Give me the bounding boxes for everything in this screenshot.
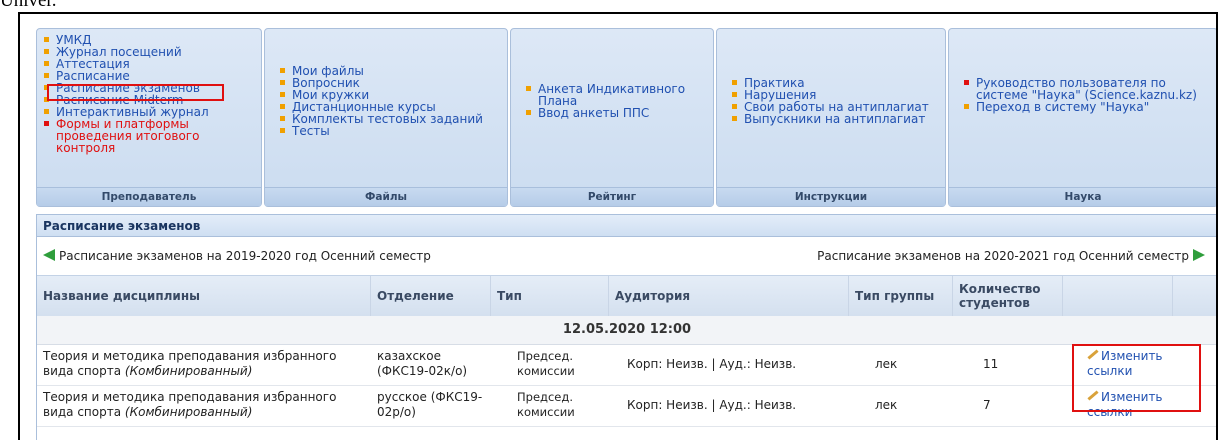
arrow-left-icon — [43, 249, 55, 261]
table-row: Теория и методика преподавания избранног… — [37, 386, 1216, 427]
discipline-mode: (Комбинированный) — [124, 405, 253, 419]
discipline-cell: Теория и методика преподавания избранног… — [43, 349, 365, 379]
col-group-type: Тип группы — [849, 276, 953, 316]
files-links: Мои файлы Вопросник Мои кружки Дистанцио… — [279, 65, 503, 137]
next-semester-label: Расписание экзаменов на 2020-2021 год Ос… — [817, 249, 1189, 263]
panel-teacher: УМКД Журнал посещений Аттестация Расписа… — [36, 28, 262, 207]
semester-navigation: Расписание экзаменов на 2019-2020 год Ос… — [37, 247, 1216, 267]
panel-rating-footer: Рейтинг — [511, 187, 713, 206]
col-actions — [1063, 276, 1173, 316]
page-top-fragment: Univer. — [0, 0, 57, 11]
col-room: Аудитория — [609, 276, 849, 316]
panel-science-footer: Наука — [949, 187, 1216, 206]
department-cell: русское (ФКС19-02р/о) — [377, 390, 483, 419]
prev-semester-label: Расписание экзаменов на 2019-2020 год Ос… — [59, 249, 431, 263]
department-cell: казахское (ФКС19-02к/о) — [377, 349, 468, 378]
col-discipline: Название дисциплины — [37, 276, 371, 316]
exam-schedule-section: Расписание экзаменов Расписание экзамено… — [36, 214, 1216, 440]
table-header: Название дисциплины Отделение Тип Аудито… — [37, 275, 1216, 317]
panel-files-footer: Файлы — [265, 187, 507, 206]
panel-rating: Анкета Индикативного Плана Ввод анкеты П… — [510, 28, 714, 207]
students-cell: 11 — [983, 357, 999, 371]
prev-semester-link[interactable]: Расписание экзаменов на 2019-2020 год Ос… — [43, 249, 431, 263]
col-students: Количество студентов — [953, 276, 1063, 316]
rating-links: Анкета Индикативного Плана Ввод анкеты П… — [525, 83, 705, 119]
link-pps-survey[interactable]: Ввод анкеты ППС — [525, 107, 705, 119]
arrow-right-icon — [1193, 249, 1205, 261]
type-cell: Председ. комиссии — [517, 349, 575, 378]
type-cell: Председ. комиссии — [517, 390, 575, 419]
next-semester-link[interactable]: Расписание экзаменов на 2020-2021 год Ос… — [817, 249, 1205, 263]
discipline-cell: Теория и методика преподавания избранног… — [43, 390, 365, 420]
exam-schedule-highlight — [47, 84, 224, 101]
room-cell: Корп: Неизв. | Ауд.: Неизв. — [627, 357, 797, 371]
link-graduates-antiplagiat[interactable]: Выпускники на антиплагиат — [731, 113, 943, 125]
group-type-cell: лек — [875, 357, 898, 371]
instructions-links: Практика Нарушения Свои работы на антипл… — [731, 77, 943, 125]
link-go-science[interactable]: Переход в систему "Наука" — [963, 101, 1209, 113]
students-cell: 7 — [983, 398, 991, 412]
exam-schedule-title: Расписание экзаменов — [37, 215, 1216, 237]
date-group-row: 12.05.2020 12:00 — [37, 316, 1216, 345]
edit-links-highlight — [1072, 344, 1201, 412]
link-indicative-plan[interactable]: Анкета Индикативного Плана — [525, 83, 705, 107]
menu-panels: УМКД Журнал посещений Аттестация Расписа… — [36, 28, 1216, 208]
link-final-control-forms[interactable]: Формы и платформы проведения итогового к… — [43, 118, 255, 154]
group-type-cell: лек — [875, 398, 898, 412]
col-department: Отделение — [371, 276, 491, 316]
room-cell: Корп: Неизв. | Ауд.: Неизв. — [627, 398, 797, 412]
col-type: Тип — [491, 276, 609, 316]
discipline-mode: (Комбинированный) — [124, 364, 253, 378]
link-tests[interactable]: Тесты — [279, 125, 503, 137]
panel-science: Руководство пользователя по системе "Нау… — [948, 28, 1216, 207]
panel-files: Мои файлы Вопросник Мои кружки Дистанцио… — [264, 28, 508, 207]
col-extra — [1173, 276, 1216, 316]
table-row: Теория и методика преподавания избранног… — [37, 345, 1216, 386]
app-frame: УМКД Журнал посещений Аттестация Расписа… — [18, 12, 1218, 440]
panel-teacher-footer: Преподаватель — [37, 187, 261, 206]
science-links: Руководство пользователя по системе "Нау… — [963, 77, 1209, 113]
panel-instructions: Практика Нарушения Свои работы на антипл… — [716, 28, 946, 207]
link-science-guide[interactable]: Руководство пользователя по системе "Нау… — [963, 77, 1209, 101]
panel-instructions-footer: Инструкции — [717, 187, 945, 206]
